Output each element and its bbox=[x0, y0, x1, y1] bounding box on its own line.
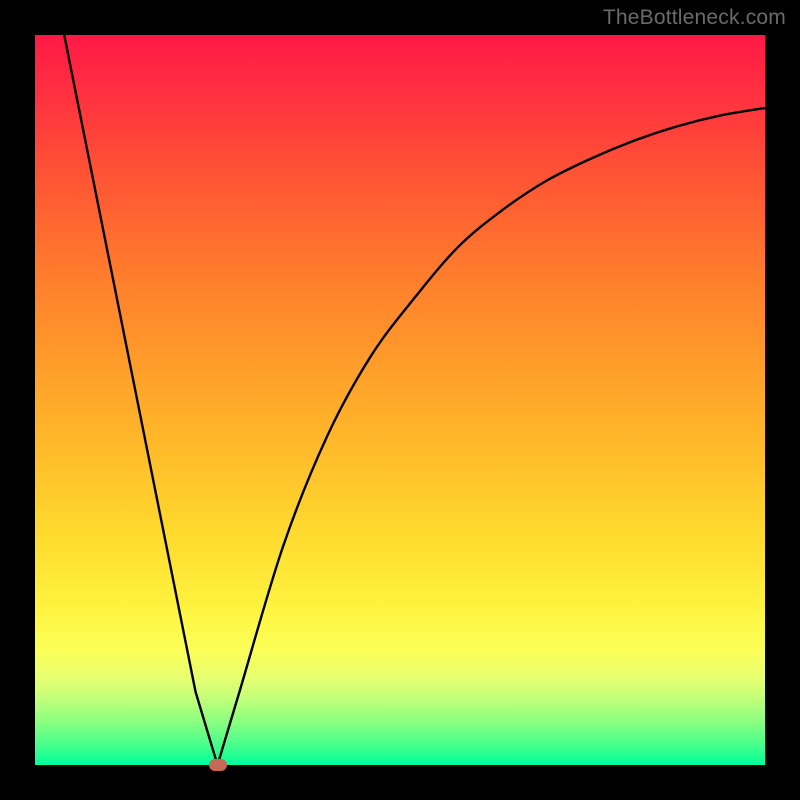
plot-area bbox=[35, 35, 765, 765]
source-label: TheBottleneck.com bbox=[603, 6, 786, 30]
chart-frame: TheBottleneck.com bbox=[0, 0, 800, 800]
bottleneck-curve-path bbox=[64, 35, 765, 765]
curve-svg bbox=[35, 35, 765, 765]
minimum-marker bbox=[209, 759, 227, 771]
